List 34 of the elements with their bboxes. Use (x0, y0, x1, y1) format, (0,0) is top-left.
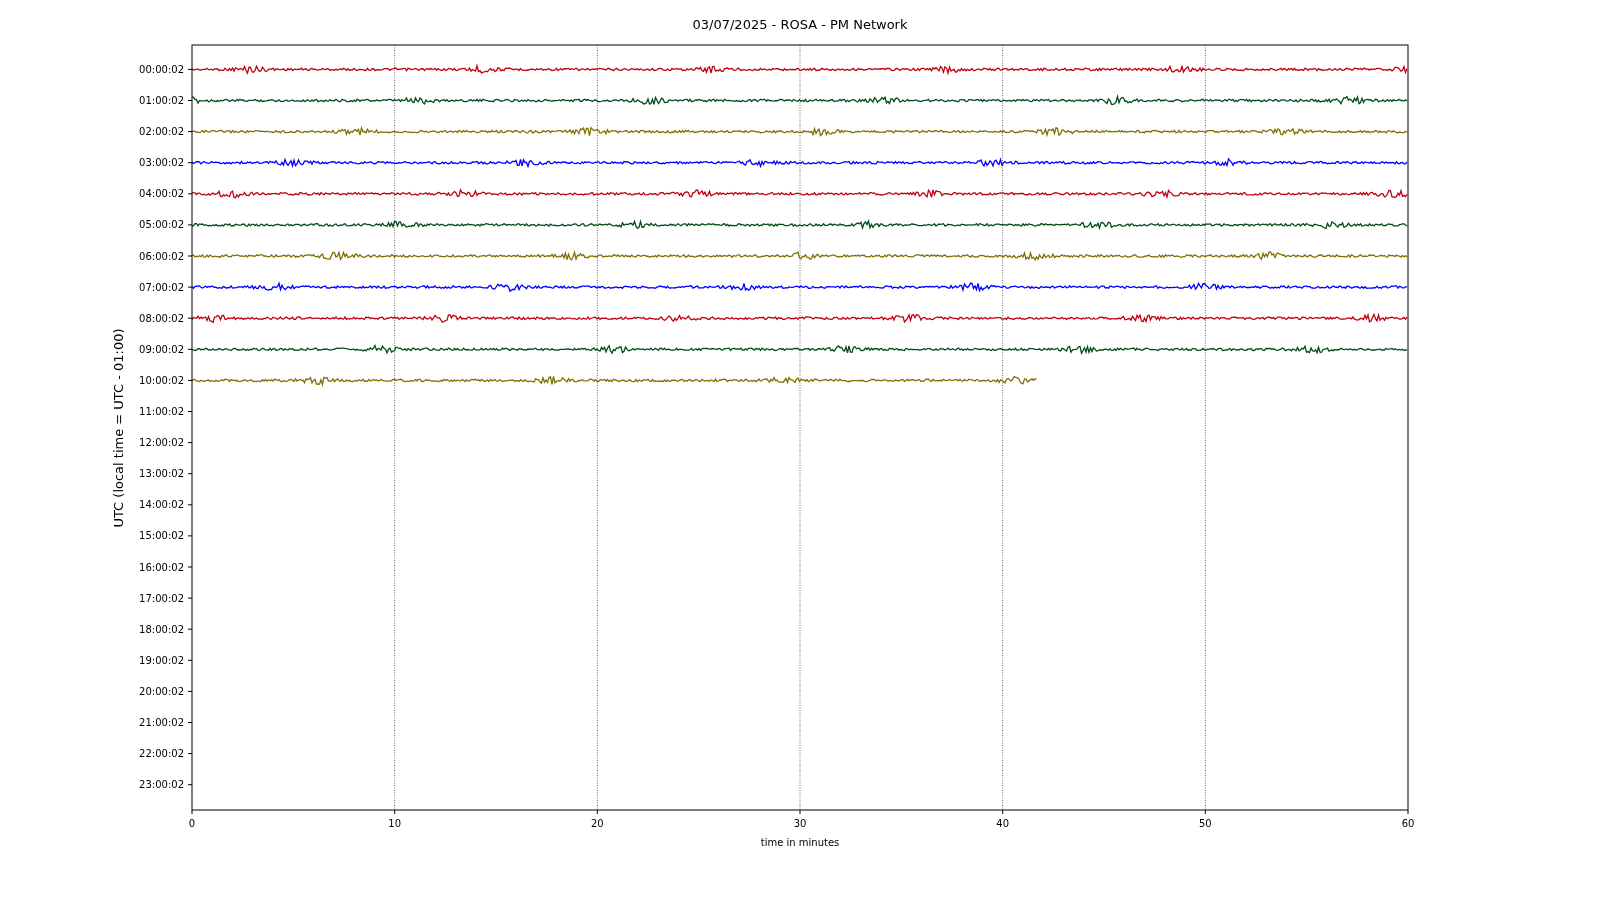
axis-label: time in minutes (760, 837, 840, 848)
tick-label: 09:00:02 (139, 343, 184, 355)
tick-label: 16:00:02 (139, 561, 184, 573)
tick-label: 20:00:02 (139, 685, 184, 697)
tick-label: 14:00:02 (139, 499, 184, 511)
tick-label: 00:00:02 (139, 63, 184, 75)
tick-label: 40 (996, 818, 1010, 829)
chart-title: 03/07/2025 - ROSA - PM Network (692, 17, 908, 32)
tick-label: 03:00:02 (139, 157, 184, 169)
tick-label: 06:00:02 (139, 250, 184, 262)
tick-label: 30 (793, 818, 807, 829)
tick-label: 02:00:02 (139, 126, 184, 138)
tick-label: 23:00:02 (139, 779, 184, 791)
tick-label: 01:00:02 (139, 95, 184, 106)
tick-label: 04:00:02 (139, 188, 184, 200)
tick-label: 20 (590, 818, 604, 829)
tick-label: 22:00:02 (139, 748, 184, 760)
tick-label: 07:00:02 (139, 281, 184, 293)
tick-label: 10 (388, 818, 402, 829)
tick-label: 50 (1198, 818, 1212, 829)
tick-label: 19:00:02 (139, 654, 184, 666)
tick-label: 13:00:02 (139, 468, 184, 480)
axis-label: UTC (local time = UTC - 01:00) (111, 328, 126, 528)
tick-label: 18:00:02 (139, 623, 184, 635)
tick-label: 10:00:02 (139, 374, 184, 386)
tick-label: 08:00:02 (139, 312, 184, 324)
tick-label: 15:00:02 (139, 530, 184, 542)
tick-label: 60 (1401, 818, 1415, 829)
tick-label: 05:00:02 (139, 219, 184, 231)
tick-label: 0 (188, 818, 196, 829)
tick-label: 21:00:02 (139, 717, 184, 728)
tick-label: 17:00:02 (139, 592, 184, 604)
tick-label: 12:00:02 (139, 437, 184, 449)
tick-label: 11:00:02 (139, 406, 184, 417)
